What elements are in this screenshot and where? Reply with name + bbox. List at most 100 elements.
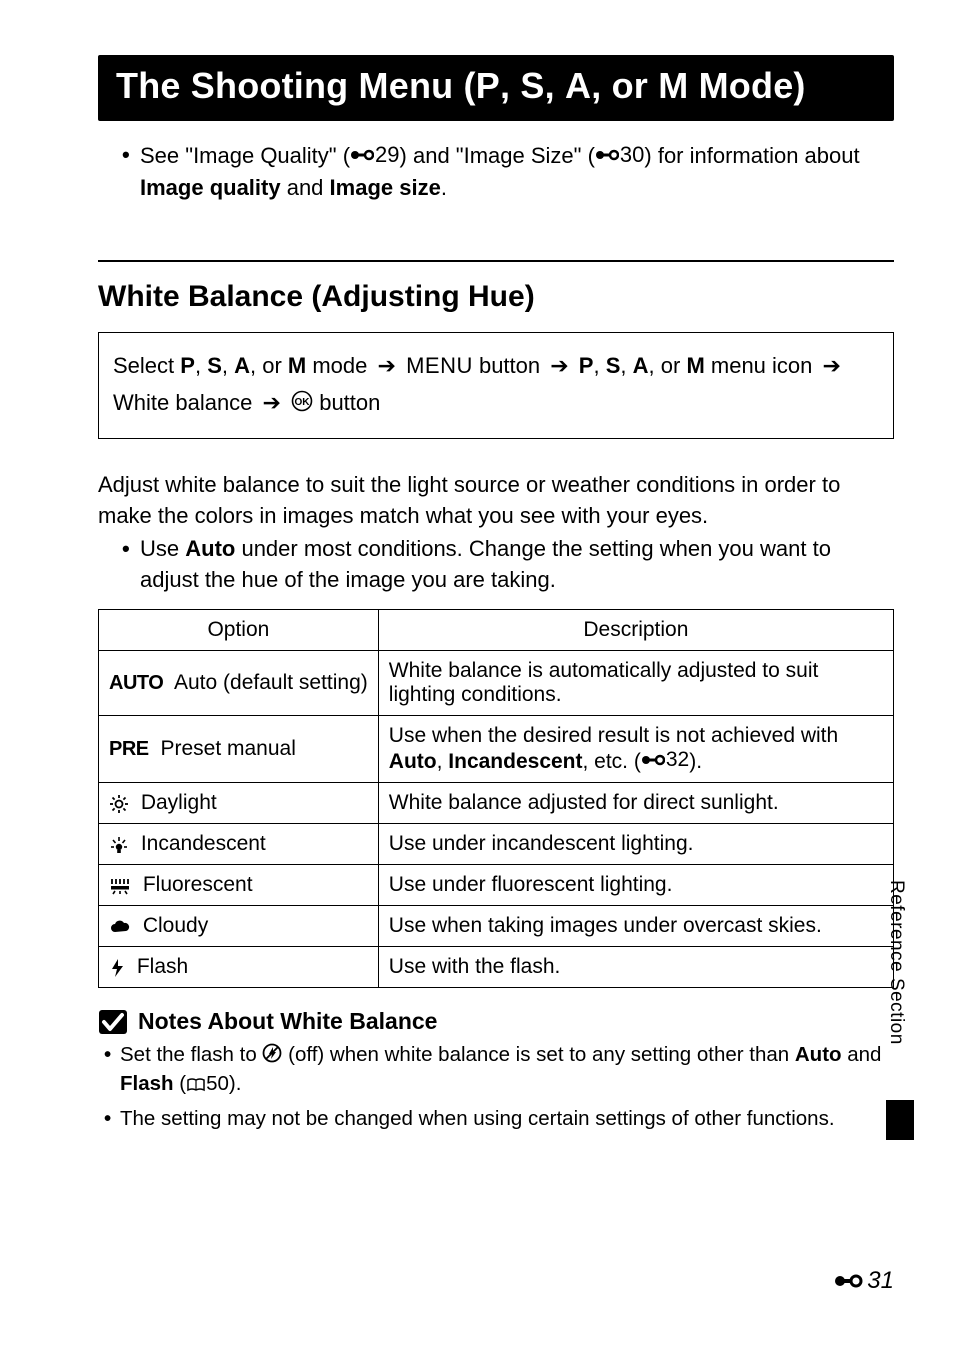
d1e: , etc. (: [583, 750, 641, 773]
nav-wb: White balance: [113, 390, 259, 415]
notes-bullet: • The setting may not be changed when us…: [104, 1105, 894, 1134]
bullet-dot: •: [104, 1105, 120, 1134]
nb1ref: 50: [206, 1072, 229, 1095]
d1a: Use when the desired result is not achie…: [389, 724, 838, 747]
d1b: Auto: [389, 750, 437, 773]
nav-mode-m: M: [288, 353, 306, 378]
mode-p: P: [476, 65, 500, 106]
svg-text:OK: OK: [295, 397, 311, 408]
d1d: Incandescent: [448, 750, 582, 773]
arrow-icon: ➔: [259, 390, 285, 415]
menu-glyph: MENU: [406, 353, 473, 378]
intro-text-b: ) and "Image Size" (: [400, 143, 595, 168]
arrow-icon: ➔: [374, 353, 400, 378]
nav-menuicon-word: menu icon: [705, 353, 819, 378]
side-tab: Reference Section: [884, 880, 908, 1090]
notes-bullet-text: Set the flash to (off) when white balanc…: [120, 1041, 894, 1098]
notes-heading-row: Notes About White Balance: [98, 1008, 894, 1035]
nav-mode-a2: A: [633, 353, 649, 378]
preset-icon: PRE: [109, 738, 149, 761]
intro-text-a: See "Image Quality" (: [140, 143, 350, 168]
opt-desc: Use when taking images under overcast sk…: [378, 906, 893, 947]
opt-desc: White balance adjusted for direct sunlig…: [378, 783, 893, 824]
mode-m: M: [658, 65, 688, 106]
table-row: Incandescent Use under incandescent ligh…: [99, 824, 894, 865]
body-bullet: • Use Auto under most conditions. Change…: [122, 533, 894, 595]
fluorescent-icon: [109, 876, 131, 896]
bb-bold: Auto: [185, 536, 235, 561]
opt-label: Auto (default setting): [169, 671, 367, 694]
opt-desc: Use under fluorescent lighting.: [378, 865, 893, 906]
navigation-path-box: Select P, S, A, or M mode ➔ MENU button …: [98, 332, 894, 439]
intro-text: See "Image Quality" ( 29) and "Image Size…: [140, 139, 894, 204]
nav-mode-a: A: [234, 353, 250, 378]
nav-mode-word: mode: [306, 353, 373, 378]
notes-bullet-text: The setting may not be changed when usin…: [120, 1105, 835, 1134]
nb1bold: Auto: [795, 1043, 842, 1066]
page-title: The Shooting Menu (P, S, A, or M Mode): [116, 65, 876, 107]
section-heading: White Balance (Adjusting Hue): [98, 280, 894, 314]
body-bullet-text: Use Auto under most conditions. Change t…: [140, 533, 894, 595]
opt-label: Fluorescent: [137, 873, 253, 896]
nav-mode-s2: S: [606, 353, 621, 378]
intro-bold-b: Image size: [330, 175, 441, 200]
body-paragraph: Adjust white balance to suit the light s…: [98, 469, 894, 531]
mode-s: S: [520, 65, 544, 106]
mode-a: A: [565, 65, 591, 106]
notes-heading: Notes About White Balance: [138, 1008, 437, 1035]
nav-mode-p2: P: [579, 353, 594, 378]
intro-ref-a: 29: [375, 139, 399, 171]
opt-label: Incandescent: [135, 832, 266, 855]
opt-label: Cloudy: [137, 914, 208, 937]
book-ref-icon: [186, 1072, 206, 1095]
title-suffix: Mode): [688, 65, 805, 106]
caution-icon: [98, 1009, 128, 1035]
side-tab-marker: [886, 1100, 914, 1140]
opt-label: Preset manual: [155, 737, 296, 760]
title-prefix: The Shooting Menu (: [116, 65, 476, 106]
section-ref-icon: 32: [641, 748, 689, 772]
auto-icon: AUTO: [109, 672, 163, 695]
section-ref-icon: 30: [595, 139, 644, 171]
nb1a: Set the flash to: [120, 1043, 262, 1066]
nav-mode-s: S: [207, 353, 222, 378]
nb1d: (: [174, 1072, 187, 1095]
ok-button-icon: OK: [291, 390, 313, 415]
opt-desc: Use under incandescent lighting.: [378, 824, 893, 865]
page-number: 31: [833, 1267, 894, 1295]
intro-ref-b: 30: [620, 139, 644, 171]
intro-text-e: .: [441, 175, 447, 200]
page-number-value: 31: [867, 1267, 894, 1295]
nav-select: Select: [113, 353, 180, 378]
flash-off-icon: [262, 1043, 282, 1066]
notes-block: Notes About White Balance • Set the flas…: [98, 1008, 894, 1133]
opt-desc: Use when the desired result is not achie…: [378, 716, 893, 783]
opt-label: Daylight: [135, 791, 217, 814]
intro-text-c: ) for information about: [644, 143, 859, 168]
nb1bold2: Flash: [120, 1072, 174, 1095]
bullet-dot: •: [122, 139, 140, 204]
page-title-bar: The Shooting Menu (P, S, A, or M Mode): [98, 55, 894, 121]
d1f: ).: [689, 750, 702, 773]
white-balance-options-table: Option Description AUTO Auto (default se…: [98, 609, 894, 988]
bb-b: under most conditions. Change the settin…: [140, 536, 831, 592]
nb1e: ).: [229, 1072, 242, 1095]
notes-bullet: • Set the flash to (off) when white bala…: [104, 1041, 894, 1098]
opt-label: Flash: [131, 955, 188, 978]
col-description: Description: [378, 610, 893, 651]
manual-page: The Shooting Menu (P, S, A, or M Mode) •…: [0, 0, 954, 1345]
table-row: Flash Use with the flash.: [99, 947, 894, 988]
bullet-dot: •: [122, 533, 140, 595]
opt-desc: Use with the flash.: [378, 947, 893, 988]
side-tab-label: Reference Section: [885, 880, 907, 1045]
bb-a: Use: [140, 536, 185, 561]
opt-desc: White balance is automatically adjusted …: [378, 651, 893, 716]
d1ref: 32: [666, 748, 689, 772]
table-row: Cloudy Use when taking images under over…: [99, 906, 894, 947]
section-ref-icon: [833, 1271, 863, 1291]
section-ref-icon: 29: [350, 139, 399, 171]
nb1b: (off) when white balance is set to any s…: [282, 1043, 794, 1066]
flash-icon: [109, 958, 125, 978]
table-row: AUTO Auto (default setting) White balanc…: [99, 651, 894, 716]
table-row: Fluorescent Use under fluorescent lighti…: [99, 865, 894, 906]
